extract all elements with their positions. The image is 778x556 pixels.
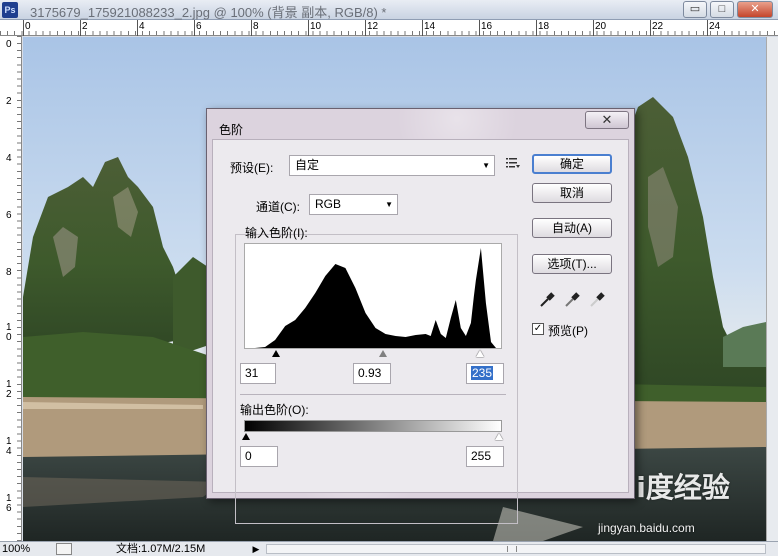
preset-value: 自定 (295, 158, 320, 172)
ruler-label: 8 (6, 267, 12, 278)
horizontal-scrollbar[interactable] (266, 544, 766, 554)
histogram-series-area (245, 248, 501, 348)
black-point-slider[interactable] (272, 350, 280, 357)
input-gamma-field[interactable]: 0.93 (353, 363, 391, 384)
preset-select[interactable]: 自定 ▼ (289, 155, 495, 176)
ruler-major-tick (194, 20, 195, 36)
ruler-label: 1 6 (6, 493, 12, 514)
cancel-button[interactable]: 取消 (532, 183, 612, 203)
photoshop-icon: Ps (2, 2, 18, 18)
output-white-slider[interactable] (495, 433, 503, 440)
page-icon[interactable] (56, 543, 72, 555)
dialog-title: 色阶 (219, 123, 244, 137)
ruler-major-tick (137, 20, 138, 36)
input-white-field[interactable]: 235 (466, 363, 504, 384)
ruler-major-tick (536, 20, 537, 36)
input-white-value: 235 (471, 366, 494, 380)
ruler-major-tick (308, 20, 309, 36)
minimize-button[interactable]: ▭ (683, 1, 707, 18)
input-gamma-value: 0.93 (358, 366, 382, 380)
white-eyedropper-icon[interactable] (589, 290, 607, 308)
ruler-label: 0 (6, 39, 12, 50)
ruler-label: 0 (25, 21, 31, 32)
watermark-url: jingyan.baidu.com (598, 521, 695, 535)
ruler-label: 6 (196, 21, 202, 32)
divider (240, 394, 506, 395)
scroll-thumb-grip[interactable] (507, 546, 517, 552)
output-black-value: 0 (245, 449, 252, 463)
status-bar: 100% 文档:1.07M/2.15M ▶ (0, 541, 778, 556)
output-gradient-bar (244, 420, 502, 432)
ruler-label: 2 (82, 21, 88, 32)
histogram-chart (245, 248, 501, 348)
gray-eyedropper-icon[interactable] (564, 290, 582, 308)
ruler-label: 14 (424, 21, 436, 32)
gamma-slider[interactable] (379, 350, 387, 357)
auto-button[interactable]: 自动(A) (532, 218, 612, 238)
ruler-major-tick (422, 20, 423, 36)
ruler-major-tick (23, 20, 24, 36)
preset-options-icon[interactable] (506, 157, 520, 172)
preview-checkbox[interactable]: ✓ (532, 323, 544, 335)
ruler-label: 16 (481, 21, 493, 32)
output-black-field[interactable]: 0 (240, 446, 278, 467)
output-white-field[interactable]: 255 (466, 446, 504, 467)
chevron-down-icon: ▼ (385, 200, 393, 209)
output-black-slider[interactable] (242, 433, 250, 440)
ruler-label: 12 (367, 21, 379, 32)
input-slider[interactable] (244, 349, 502, 359)
white-point-slider[interactable] (476, 350, 484, 357)
channel-label: 通道(C): (253, 198, 303, 215)
document-title: 3175679_175921088233_2.jpg @ 100% (背景 副本… (30, 5, 387, 20)
black-eyedropper-icon[interactable] (539, 290, 557, 308)
output-white-value: 255 (471, 449, 492, 463)
ruler-label: 1 4 (6, 436, 12, 457)
ruler-label: 4 (6, 153, 12, 164)
ruler-label: 24 (709, 21, 721, 32)
input-levels-label: 输入色阶(I): (245, 226, 308, 240)
ruler-label: 1 0 (6, 322, 12, 343)
ruler-label: 1 2 (6, 379, 12, 400)
ruler-label: 10 (310, 21, 322, 32)
ruler-label: 6 (6, 210, 12, 221)
output-slider[interactable] (242, 432, 503, 442)
maximize-button[interactable]: □ (710, 1, 734, 18)
options-button[interactable]: 选项(T)... (532, 254, 612, 274)
channel-select[interactable]: RGB ▼ (309, 194, 398, 215)
levels-dialog: 色阶 ✕ 预设(E): 自定 ▼ 通道(C): RGB ▼ 输入色阶(I): 3… (206, 108, 635, 524)
ruler-label: 18 (538, 21, 550, 32)
ruler-label: 20 (595, 21, 607, 32)
vertical-ruler[interactable] (0, 36, 22, 541)
document-info: 文档:1.07M/2.15M (116, 543, 206, 555)
ruler-label: 8 (253, 21, 259, 32)
ruler-major-tick (479, 20, 480, 36)
histogram (244, 243, 502, 349)
vertical-scrollbar[interactable] (766, 37, 778, 541)
ruler-label: 4 (139, 21, 145, 32)
preview-label: 预览(P) (548, 324, 588, 338)
input-black-value: 31 (245, 366, 259, 380)
chevron-down-icon: ▼ (482, 161, 490, 170)
preset-label: 预设(E): (230, 161, 274, 175)
zoom-level[interactable]: 100% (2, 543, 46, 556)
ruler-label: 22 (652, 21, 664, 32)
ruler-major-tick (80, 20, 81, 36)
ok-button[interactable]: 确定 (532, 154, 612, 174)
input-black-field[interactable]: 31 (240, 363, 276, 384)
document-title-bar[interactable]: Ps 3175679_175921088233_2.jpg @ 100% (背景… (0, 0, 778, 20)
channel-value: RGB (315, 197, 342, 211)
ruler-major-tick (593, 20, 594, 36)
ruler-major-tick (707, 20, 708, 36)
close-window-button[interactable]: ✕ (737, 1, 773, 18)
status-menu-arrow-icon[interactable]: ▶ (250, 543, 262, 556)
ruler-major-tick (251, 20, 252, 36)
ruler-major-tick (365, 20, 366, 36)
ruler-major-tick (650, 20, 651, 36)
ruler-label: 2 (6, 96, 12, 107)
output-levels-label: 输出色阶(O): (240, 403, 309, 417)
dialog-close-button[interactable]: ✕ (585, 111, 629, 129)
